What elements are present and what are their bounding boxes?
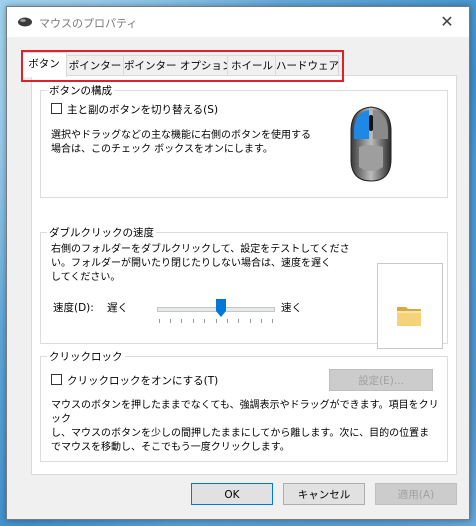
folder-icon[interactable] [394,300,424,330]
click-lock-title: クリックロック [47,349,125,364]
close-button[interactable]: ✕ [425,7,469,37]
click-lock-label[interactable]: クリックロックをオンにする(T) [67,373,218,388]
click-lock-desc-line1: マウスのボタンを押したままでなくても、強調表示やドラッグができます。項目をクリッ… [51,400,439,425]
close-icon: ✕ [440,12,454,31]
click-lock-group: クリックロック クリックロックをオンにする(T) 設定(E)... マウスのボタ… [40,349,448,462]
cancel-button[interactable]: キャンセル [283,483,365,505]
double-click-description: 右側のフォルダーをダブルクリックして、設定をテストしてくださ い。フォルダーが開… [51,243,351,285]
button-config-desc-line2: 場合は、このチェック ボックスをオンにします。 [51,144,273,155]
speed-slider-ticks [159,319,273,323]
mouse-properties-dialog: マウスのプロパティ ✕ ボタン ポインター ポインター オプション ホイール ハ… [6,6,470,520]
double-click-desc-line2: い。フォルダーが開いたり閉じたりしない場合は、速度を遅く [51,258,331,269]
switch-buttons-label[interactable]: 主と副のボタンを切り替える(S) [67,102,218,117]
title-bar: マウスのプロパティ ✕ [7,7,469,37]
switch-buttons-checkbox[interactable] [51,103,62,114]
tab-pointer-options[interactable]: ポインター オプション [123,55,232,76]
window-title: マウスのプロパティ [39,17,138,30]
tab-buttons[interactable]: ボタン [21,52,67,77]
button-config-description: 選択やドラッグなどの主な機能に右側のボタンを使用する 場合は、このチェック ボッ… [51,129,331,157]
double-click-title: ダブルクリックの速度 [47,225,156,240]
double-click-group: ダブルクリックの速度 右側のフォルダーをダブルクリックして、設定をテストしてくだ… [40,225,448,349]
tab-hardware[interactable]: ハードウェア [275,55,339,76]
click-lock-desc-line2: し、マウスのボタンを少しの間押したままにしてから離します。次に、目的の位置ま [51,428,430,439]
slow-label: 遅く [107,302,128,314]
tab-panel-buttons: ボタンの構成 主と副のボタンを切り替える(S) 選択やドラッグなどの主な機能に右… [31,75,457,475]
button-config-desc-line1: 選択やドラッグなどの主な機能に右側のボタンを使用する [51,130,311,141]
click-lock-settings-button[interactable]: 設定(E)... [329,369,433,391]
mouse-illustration [350,106,392,182]
tab-wheel[interactable]: ホイール [227,55,277,76]
click-lock-description: マウスのボタンを押したままでなくても、強調表示やドラッグができます。項目をクリッ… [51,399,443,455]
button-config-group: ボタンの構成 主と副のボタンを切り替える(S) 選択やドラッグなどの主な機能に右… [40,83,448,198]
apply-button[interactable]: 適用(A) [375,483,457,505]
button-config-title: ボタンの構成 [47,83,114,98]
mouse-icon [18,17,32,27]
fast-label: 速く [281,302,302,314]
double-click-desc-line3: してください。 [51,272,121,283]
tab-pointers[interactable]: ポインター [65,55,125,76]
double-click-desc-line1: 右側のフォルダーをダブルクリックして、設定をテストしてくださ [51,244,350,255]
double-click-test-area[interactable] [377,263,443,349]
click-lock-checkbox[interactable] [51,374,62,385]
ok-button[interactable]: OK [191,483,273,505]
speed-slider-thumb[interactable] [215,299,226,317]
speed-label: 速度(D): [53,302,94,314]
click-lock-desc-line3: でマウスを移動し、そこでもう一度クリックします。 [51,442,290,453]
